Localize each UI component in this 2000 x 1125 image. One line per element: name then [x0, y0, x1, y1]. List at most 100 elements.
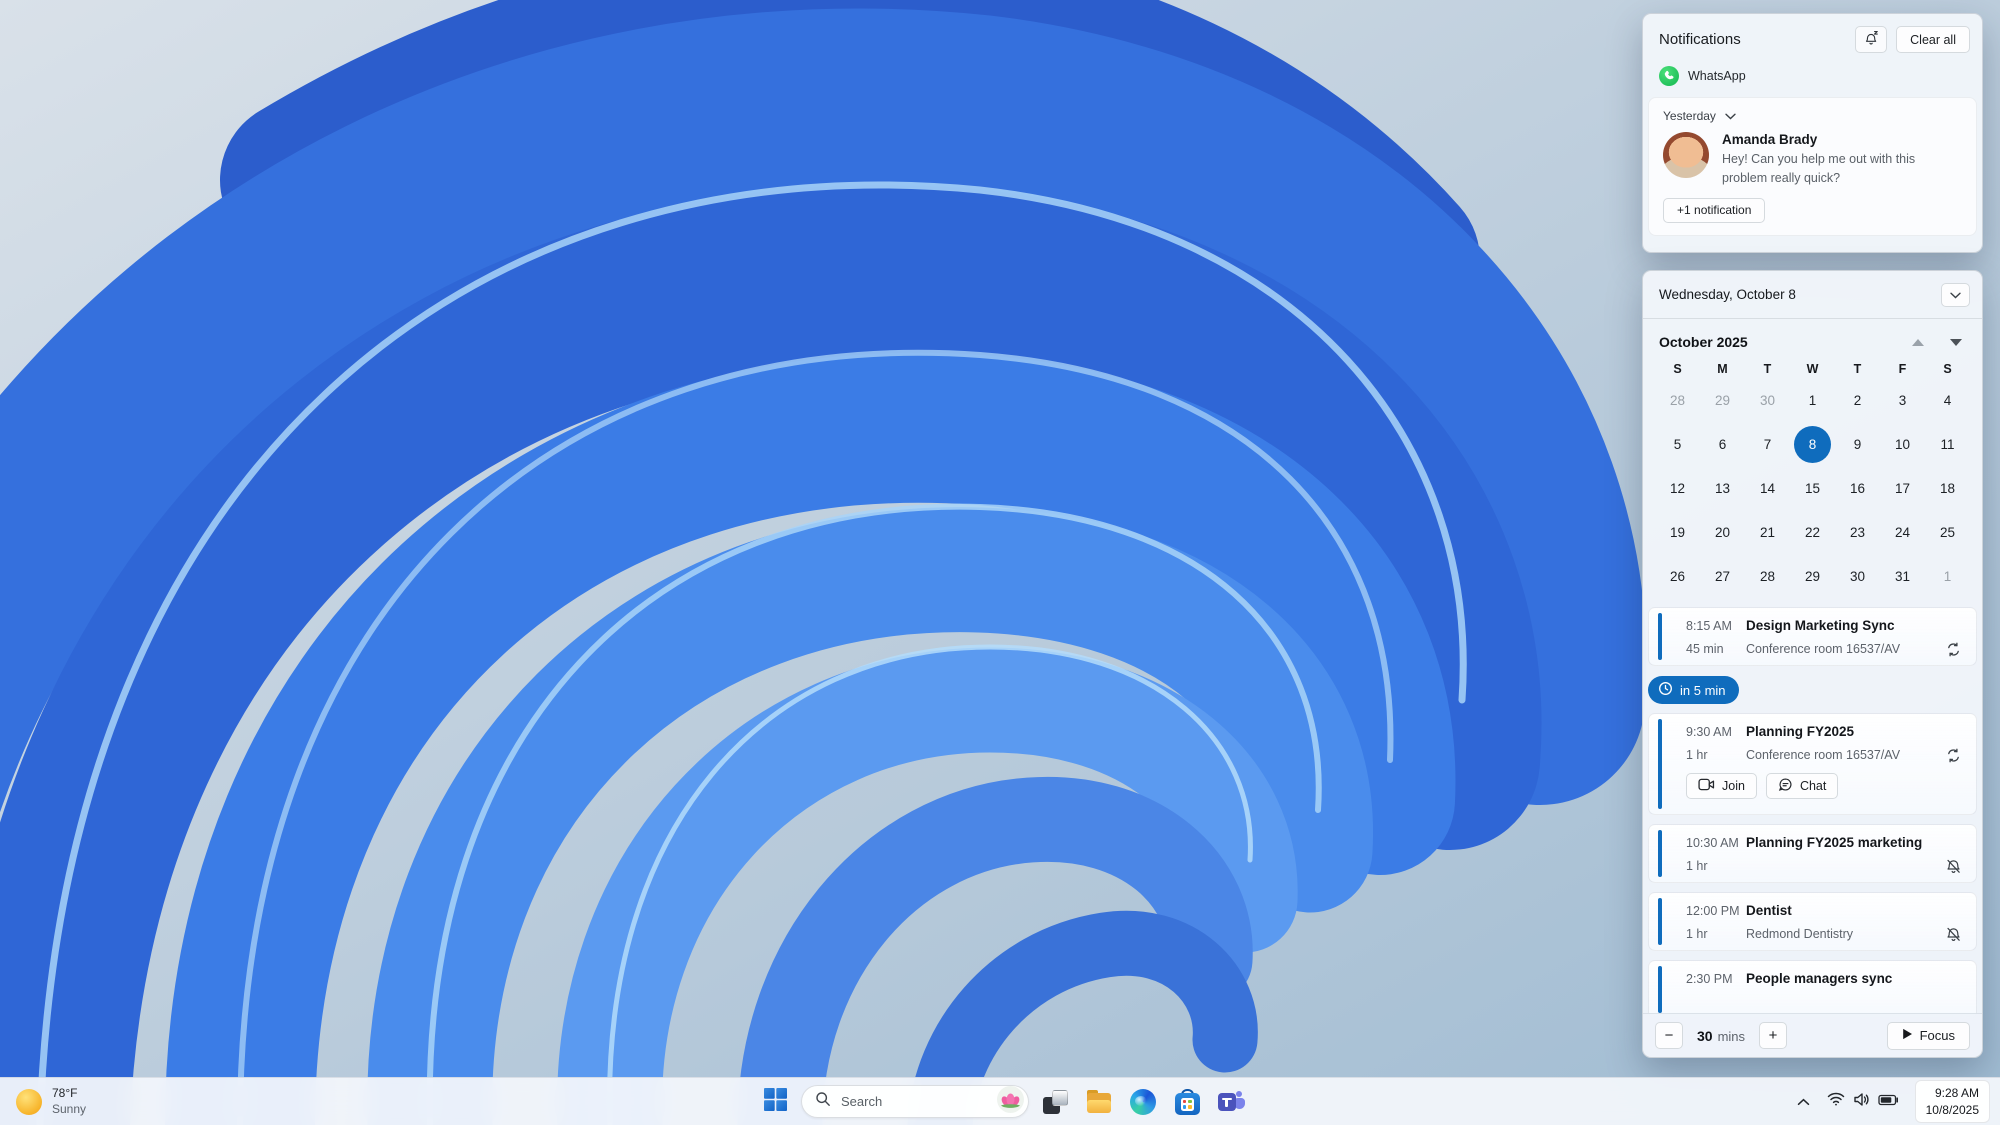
event-accent-bar [1658, 830, 1662, 877]
clock-icon [1658, 681, 1673, 699]
notification-card[interactable]: Yesterday Amanda Brady Hey! Can you help… [1648, 97, 1977, 236]
volume-icon [1853, 1092, 1870, 1112]
wifi-icon [1827, 1092, 1845, 1111]
month-next-icon[interactable] [1950, 338, 1962, 346]
calendar-day[interactable]: 22 [1790, 510, 1835, 554]
notification-body: Amanda Brady Hey! Can you help me out wi… [1663, 132, 1962, 188]
calendar-day[interactable]: 30 [1745, 378, 1790, 422]
calendar-day[interactable]: 19 [1655, 510, 1700, 554]
teams-button[interactable] [1213, 1084, 1249, 1120]
weather-widget[interactable]: 78°F Sunny [16, 1078, 86, 1125]
windows-logo-icon [763, 1087, 787, 1116]
calendar-day[interactable]: 18 [1925, 466, 1970, 510]
calendar-day[interactable]: 15 [1790, 466, 1835, 510]
chat-button[interactable]: Chat [1765, 773, 1839, 799]
more-notifications-button[interactable]: +1 notification [1663, 197, 1766, 223]
calendar-day[interactable]: 21 [1745, 510, 1790, 554]
microsoft-store-button[interactable] [1169, 1084, 1205, 1120]
agenda-event-card[interactable]: 12:00 PM Dentist 1 hr Redmond Dentistry [1648, 892, 1977, 951]
event-duration: 1 hr [1686, 859, 1708, 873]
clear-all-button[interactable]: Clear all [1896, 26, 1970, 53]
calendar-day[interactable]: 14 [1745, 466, 1790, 510]
task-view-button[interactable] [1037, 1084, 1073, 1120]
task-view-icon [1042, 1089, 1068, 1114]
agenda-event-card[interactable]: 8:15 AM Design Marketing Sync 45 min Confer… [1648, 607, 1977, 666]
hidden-icons-button[interactable] [1790, 1085, 1817, 1119]
agenda-event-card[interactable]: 10:30 AM Planning FY2025 marketing 1 hr [1648, 824, 1977, 883]
calendar-day[interactable]: 1 [1925, 554, 1970, 598]
search-highlight-flower-icon[interactable] [997, 1085, 1024, 1118]
calendar-day[interactable]: 2 [1835, 378, 1880, 422]
agenda-event-card[interactable]: 2:30 PM People managers sync [1648, 960, 1977, 1019]
decrease-minutes-button[interactable]: − [1655, 1022, 1683, 1049]
taskbar: 78°F Sunny Search 9:28 AM 10/8/2025 [0, 1077, 2000, 1125]
notifications-panel: Notifications Clear all WhatsApp Yesterd… [1642, 13, 1983, 253]
edge-browser-button[interactable] [1125, 1084, 1161, 1120]
edge-icon [1130, 1088, 1156, 1115]
focus-minutes-unit: mins [1717, 1028, 1746, 1044]
play-icon [1902, 1028, 1913, 1043]
event-title: People managers sync [1746, 971, 1893, 986]
event-duration: 1 hr [1686, 927, 1708, 941]
event-time: 9:30 AM [1686, 725, 1732, 739]
increase-minutes-button[interactable]: + [1759, 1022, 1788, 1049]
start-button[interactable] [757, 1084, 793, 1120]
focus-start-button[interactable]: Focus [1886, 1021, 1970, 1050]
calendar-day[interactable]: 17 [1880, 466, 1925, 510]
calendar-day[interactable]: 28 [1655, 378, 1700, 422]
weekday-header-row: SMTWTFS [1643, 362, 1982, 376]
calendar-day[interactable]: 9 [1835, 422, 1880, 466]
file-explorer-button[interactable] [1081, 1084, 1117, 1120]
chat-label: Chat [1799, 779, 1827, 793]
file-explorer-icon [1086, 1089, 1112, 1114]
sun-icon [16, 1088, 42, 1115]
event-title: Planning FY2025 [1746, 724, 1855, 739]
calendar-day[interactable]: 12 [1655, 466, 1700, 510]
weather-temperature: 78°F [52, 1085, 78, 1100]
calendar-day[interactable]: 13 [1700, 466, 1745, 510]
chevron-down-icon [1725, 109, 1736, 123]
event-location: Conference room 16537/AV [1746, 642, 1901, 656]
agenda-event-card[interactable]: 9:30 AM Planning FY2025 1 hr Conference roo… [1648, 713, 1977, 815]
calendar-day[interactable]: 24 [1880, 510, 1925, 554]
calendar-day[interactable]: 29 [1790, 554, 1835, 598]
notifications-title: Notifications [1659, 31, 1741, 48]
calendar-day[interactable]: 30 [1835, 554, 1880, 598]
weekday-label: F [1898, 362, 1907, 376]
calendar-day[interactable]: 27 [1700, 554, 1745, 598]
calendar-day[interactable]: 11 [1925, 422, 1970, 466]
calendar-day[interactable]: 5 [1655, 422, 1700, 466]
calendar-collapse-button[interactable] [1941, 282, 1970, 307]
join-button[interactable]: Join [1686, 773, 1757, 799]
calendar-day-selected[interactable]: 8 [1790, 422, 1835, 466]
event-title: Planning FY2025 marketing [1746, 835, 1923, 850]
calendar-day[interactable]: 7 [1745, 422, 1790, 466]
calendar-day[interactable]: 1 [1790, 378, 1835, 422]
calendar-day[interactable]: 16 [1835, 466, 1880, 510]
notification-app-row[interactable]: WhatsApp [1643, 53, 1982, 86]
search-input[interactable]: Search [801, 1085, 1029, 1118]
calendar-day[interactable]: 10 [1880, 422, 1925, 466]
calendar-day[interactable]: 3 [1880, 378, 1925, 422]
clock-tray-button[interactable]: 9:28 AM 10/8/2025 [1914, 1080, 1990, 1123]
calendar-day[interactable]: 26 [1655, 554, 1700, 598]
system-tray: 9:28 AM 10/8/2025 [1790, 1078, 1990, 1125]
recurrence-icon [1944, 746, 1962, 764]
calendar-day[interactable]: 31 [1880, 554, 1925, 598]
calendar-day[interactable]: 29 [1700, 378, 1745, 422]
event-time: 10:30 AM [1686, 836, 1739, 850]
calendar-day[interactable]: 20 [1700, 510, 1745, 554]
bell-snooze-icon [1863, 30, 1880, 50]
calendar-day[interactable]: 4 [1925, 378, 1970, 422]
notification-message: Hey! Can you help me out with this probl… [1722, 152, 1916, 185]
quick-settings-button[interactable] [1820, 1085, 1906, 1119]
calendar-day[interactable]: 25 [1925, 510, 1970, 554]
calendar-day[interactable]: 28 [1745, 554, 1790, 598]
notification-settings-button[interactable] [1855, 26, 1888, 53]
calendar-day[interactable]: 23 [1835, 510, 1880, 554]
notification-group-row[interactable]: Yesterday [1663, 109, 1962, 123]
calendar-day[interactable]: 6 [1700, 422, 1745, 466]
month-previous-icon[interactable] [1912, 338, 1924, 346]
event-title: Dentist [1746, 903, 1792, 918]
weekday-label: T [1763, 362, 1772, 376]
